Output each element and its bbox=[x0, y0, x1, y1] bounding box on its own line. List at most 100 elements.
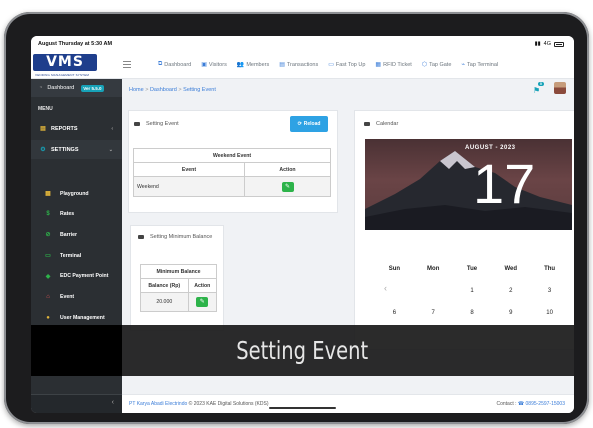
nav-link-label: Transactions bbox=[286, 61, 319, 68]
calendar-day[interactable]: 9 bbox=[491, 310, 530, 316]
footer-company[interactable]: PT Karya Abadi Electrindo bbox=[129, 401, 187, 407]
sidebar-settings-label: SETTINGS bbox=[51, 146, 79, 153]
sidebar-item-barrier[interactable]: ⊘ Barrier bbox=[31, 225, 122, 244]
notification-bell-icon[interactable]: ⚑ 0 bbox=[533, 82, 544, 96]
action-cell: ✎ bbox=[244, 176, 331, 197]
sidebar-item-label: Terminal bbox=[60, 252, 82, 259]
reports-icon: ▤ bbox=[40, 126, 46, 132]
sidebar-item-terminal[interactable]: ▭ Terminal bbox=[31, 246, 122, 265]
app-logo[interactable]: VMS VENDING MANAGEMENT SYSTEM bbox=[33, 54, 99, 77]
nav-link-label: Tap Gate bbox=[429, 61, 452, 68]
nav-link-label: RFID Ticket bbox=[383, 61, 412, 68]
table-row: Weekend ✎ bbox=[133, 176, 331, 197]
footer-contact-label: Contact : bbox=[496, 401, 518, 407]
card-menu-icon bbox=[134, 122, 140, 126]
edit-balance-button[interactable]: ✎ bbox=[196, 297, 209, 307]
sidebar-item-reports[interactable]: ▤ REPORTS ‹ bbox=[31, 119, 122, 138]
calendar-weekday-row: Sun Mon Tue Wed Thu bbox=[375, 266, 574, 288]
nav-link-tap-gate[interactable]: ⬡ Tap Gate bbox=[421, 61, 452, 69]
chevron-left-icon: ‹ bbox=[111, 125, 113, 132]
calendar-weekday: Sun bbox=[388, 266, 401, 272]
settings-icon: ⚙ bbox=[40, 147, 46, 153]
sidebar-item-settings[interactable]: ⚙ SETTINGS ⌄ bbox=[31, 140, 122, 159]
chevron-left-icon: ‹ bbox=[111, 399, 114, 406]
nav-link-label: Visitors bbox=[208, 61, 227, 68]
calendar-weekday: Wed bbox=[504, 266, 518, 272]
breadcrumb-dashboard[interactable]: Dashboard bbox=[150, 87, 177, 93]
sidebar-item-label: Event bbox=[60, 294, 75, 300]
visitors-icon: ▣ bbox=[201, 62, 207, 68]
action-cell: ✎ bbox=[187, 292, 218, 312]
calendar-day[interactable]: 7 bbox=[414, 310, 453, 316]
tap-terminal-icon: ⌁ bbox=[461, 62, 466, 68]
calendar-day[interactable]: 10 bbox=[530, 310, 569, 316]
sidebar-item-dashboard[interactable]: ◔ Dashboard Ver 5.5.0 bbox=[31, 79, 122, 97]
top-nav-links: ⧉ Dashboard ▣ Visitors 👥 Members ▤ Transactions… bbox=[158, 61, 498, 68]
calendar-day[interactable]: 2 bbox=[491, 288, 530, 294]
nav-link-rfid-ticket[interactable]: ▦ RFID Ticket bbox=[375, 61, 412, 69]
barrier-icon: ⊘ bbox=[45, 232, 51, 239]
dashboard-icon: ⧉ bbox=[158, 61, 163, 67]
footer-contact: Contact : ☎ 0895-2597-15003 bbox=[496, 401, 565, 407]
calendar-weekday: Tue bbox=[466, 266, 478, 272]
phone-icon: ☎ bbox=[517, 401, 526, 407]
balance-cell: 20.000 bbox=[140, 292, 189, 312]
footer-phone[interactable]: 0895-2597-15003 bbox=[526, 401, 565, 407]
event-cell: Weekend bbox=[133, 176, 245, 197]
home-indicator bbox=[269, 407, 336, 409]
calendar-day-number: 17 bbox=[473, 152, 536, 215]
caption-text: Setting Event bbox=[236, 336, 369, 365]
nav-link-label: Dashboard bbox=[164, 61, 192, 68]
nav-link-label: Tap Terminal bbox=[467, 61, 499, 68]
status-indicators: ▮▮ 4G bbox=[535, 41, 564, 47]
col-balance-header: Balance (Rp) bbox=[140, 278, 189, 293]
nav-link-dashboard[interactable]: ⧉ Dashboard bbox=[158, 61, 191, 68]
hamburger-menu-icon[interactable] bbox=[123, 61, 131, 68]
reload-label: Reload bbox=[303, 121, 321, 127]
minimum-balance-card: Setting Minimum Balance Minimum Balance … bbox=[130, 225, 224, 331]
nav-link-label: Members bbox=[246, 61, 270, 68]
edit-icon: ✎ bbox=[199, 299, 205, 305]
calendar-week-row: 123 bbox=[375, 288, 574, 310]
notification-count-badge: 0 bbox=[538, 82, 544, 86]
calendar-month-label: AUGUST - 2023 bbox=[465, 145, 516, 151]
sidebar-item-edc-payment-point[interactable]: ◆ EDC Payment Point bbox=[31, 267, 122, 286]
edit-event-button[interactable]: ✎ bbox=[281, 181, 294, 192]
table-row: 20.000 ✎ bbox=[140, 292, 218, 312]
setting-event-header: Setting Event bbox=[134, 121, 179, 127]
sidebar-item-label: User Management bbox=[60, 314, 105, 321]
reload-button[interactable]: ⟳ Reload bbox=[290, 116, 328, 132]
user-avatar[interactable] bbox=[554, 82, 566, 94]
setting-event-title: Setting Event bbox=[146, 121, 179, 127]
nav-link-tap-terminal[interactable]: ⌁ Tap Terminal bbox=[461, 61, 499, 69]
app-screen: August Thursday at 5:30 AM ▮▮ 4G VMS VEN… bbox=[31, 36, 574, 413]
nav-link-label: Fast Top Up bbox=[335, 61, 366, 68]
nav-link-visitors[interactable]: ▣ Visitors bbox=[201, 61, 227, 69]
nav-link-fast-top-up[interactable]: ▭ Fast Top Up bbox=[328, 61, 366, 69]
sidebar-item-rates[interactable]: $ Rates bbox=[31, 205, 122, 224]
breadcrumb-home[interactable]: Home bbox=[129, 87, 144, 93]
calendar-day[interactable]: 8 bbox=[453, 310, 492, 316]
nav-link-members[interactable]: 👥 Members bbox=[236, 61, 270, 69]
calendar-day[interactable]: 3 bbox=[530, 288, 569, 294]
card-menu-icon bbox=[364, 122, 370, 126]
rates-icon: $ bbox=[46, 211, 50, 218]
sidebar-item-event[interactable]: ⌂ Event bbox=[31, 288, 122, 307]
nav-link-transactions[interactable]: ▤ Transactions bbox=[279, 61, 319, 69]
col-event-header: Event bbox=[133, 162, 245, 177]
calendar-day[interactable]: 1 bbox=[453, 288, 492, 294]
tablet-frame: August Thursday at 5:30 AM ▮▮ 4G VMS VEN… bbox=[4, 12, 589, 424]
calendar-day[interactable]: 6 bbox=[375, 310, 414, 316]
sidebar-item-label: Barrier bbox=[60, 231, 78, 238]
minimum-balance-table-title: Minimum Balance bbox=[140, 264, 217, 279]
sidebar-collapse-button[interactable]: ‹ bbox=[31, 394, 122, 413]
sidebar-item-playground[interactable]: ▦ Playground bbox=[31, 184, 122, 203]
breadcrumb-current: Setting Event bbox=[183, 87, 216, 93]
refresh-icon: ⟳ bbox=[297, 121, 302, 127]
card-menu-icon bbox=[138, 235, 144, 239]
footer-copyright-text: © 2023 KAE Digital Solutions (KDS) bbox=[187, 401, 269, 407]
members-icon: 👥 bbox=[236, 62, 245, 68]
col-action-header: Action bbox=[187, 278, 218, 293]
tap-gate-icon: ⬡ bbox=[421, 62, 428, 68]
top-navbar: VMS VENDING MANAGEMENT SYSTEM ⧉ Dashboard… bbox=[31, 52, 574, 79]
